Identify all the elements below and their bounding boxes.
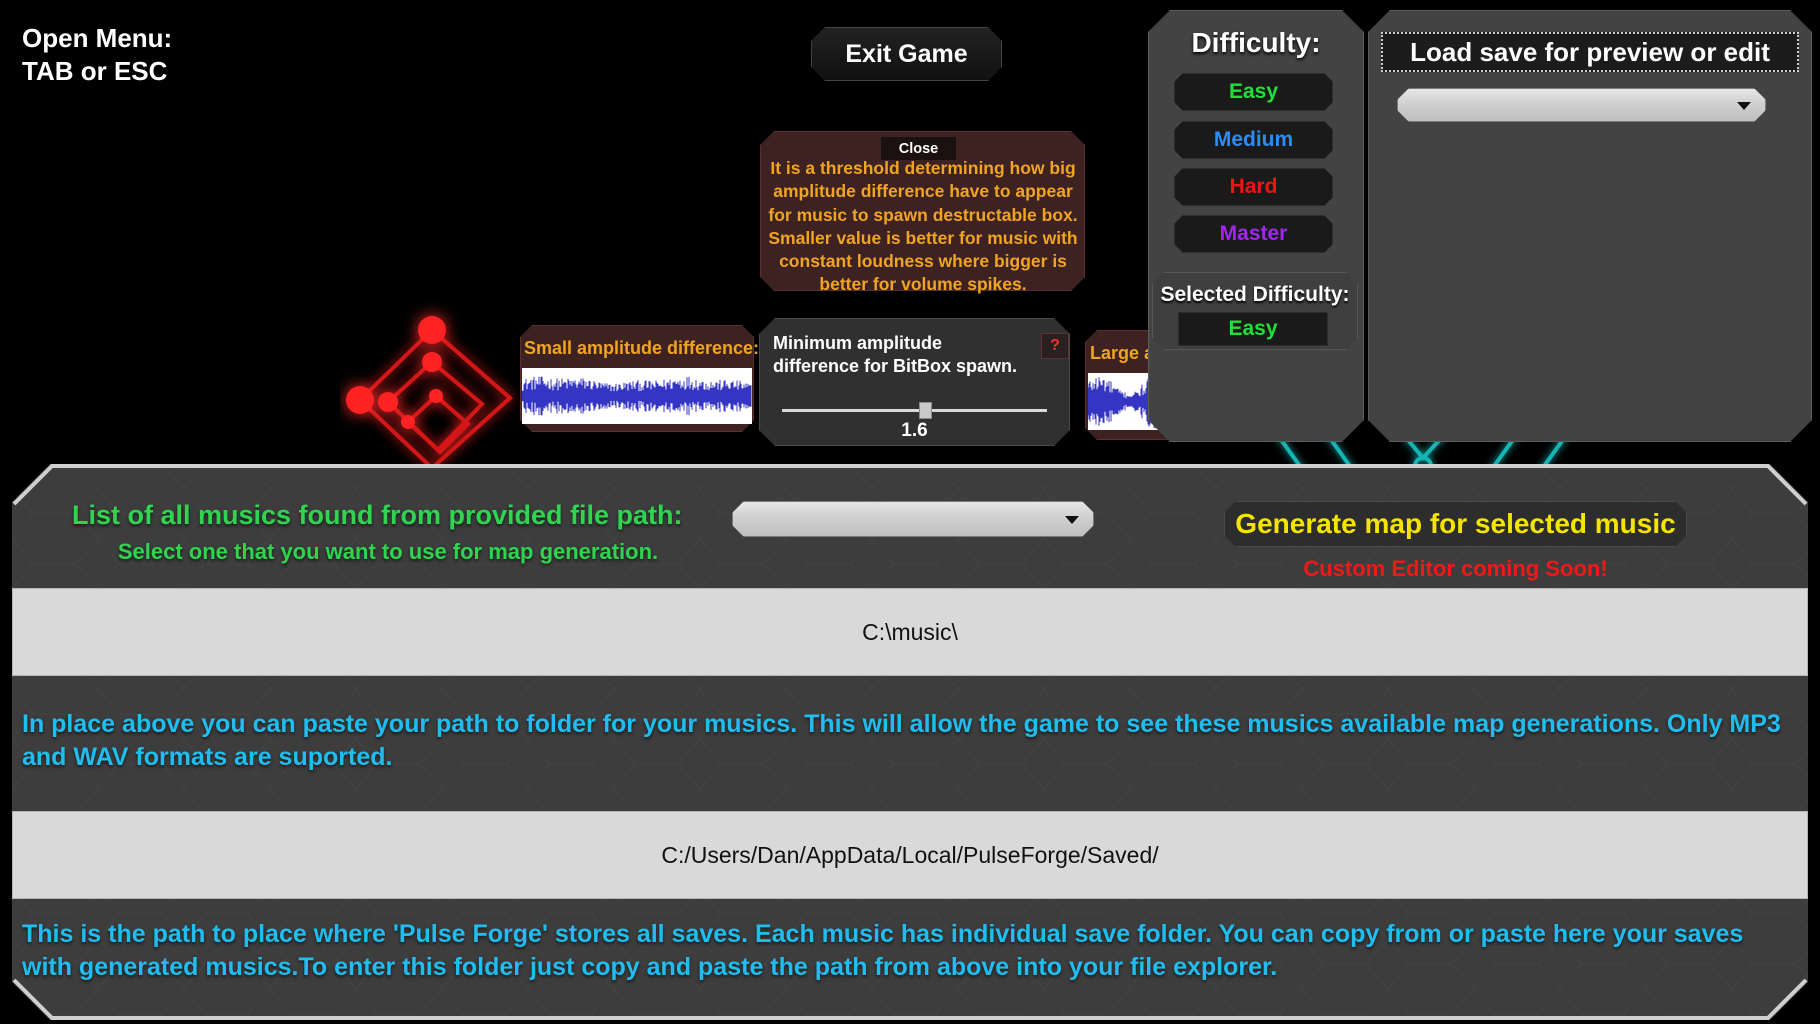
open-menu-hint-line2: TAB or ESC	[22, 56, 168, 87]
amplitude-slider-value: 1.6	[901, 420, 928, 441]
difficulty-option-master-label: Master	[1219, 222, 1288, 245]
music-list-label: List of all musics found from provided f…	[72, 500, 683, 530]
save-path-value: C:/Users/Dan/AppData/Local/PulseForge/Sa…	[661, 841, 1159, 868]
load-save-title: Load save for preview or edit	[1410, 36, 1770, 67]
difficulty-option-medium-label: Medium	[1213, 128, 1294, 151]
exit-game-button[interactable]: Exit Game	[811, 27, 1002, 81]
selected-difficulty-value: Easy	[1178, 312, 1328, 346]
difficulty-option-hard[interactable]: Hard	[1174, 168, 1333, 206]
music-list-sublabel: Select one that you want to use for map …	[117, 539, 659, 564]
help-icon[interactable]: ?	[1041, 333, 1069, 359]
selected-difficulty-title: Selected Difficulty:	[1160, 283, 1350, 306]
selected-difficulty-value-label: Easy	[1228, 317, 1278, 340]
amplitude-slider-label: Minimum amplitude difference for BitBox …	[773, 333, 1018, 376]
tooltip-body: It is a threshold determining how big am…	[768, 158, 1078, 295]
difficulty-option-medium[interactable]: Medium	[1174, 121, 1333, 159]
music-path-field[interactable]: C:\music\	[12, 588, 1808, 676]
save-path-info: This is the path to place where 'Pulse F…	[22, 920, 1744, 981]
tooltip-close-button[interactable]: Close	[880, 136, 957, 161]
difficulty-title: Difficulty:	[1191, 27, 1321, 58]
tooltip-close-label: Close	[898, 140, 939, 157]
app-root: Open Menu: TAB or ESC Exit Game It is a …	[0, 0, 1820, 1024]
difficulty-option-master[interactable]: Master	[1174, 215, 1333, 253]
generate-map-label: Generate map for selected music	[1235, 508, 1676, 539]
save-path-field[interactable]: C:/Users/Dan/AppData/Local/PulseForge/Sa…	[12, 811, 1808, 899]
chevron-down-icon	[1065, 516, 1079, 524]
custom-editor-note: Custom Editor coming Soon!	[1303, 556, 1608, 581]
help-glyph: ?	[1050, 337, 1060, 354]
difficulty-option-easy[interactable]: Easy	[1174, 73, 1333, 111]
exit-game-label: Exit Game	[845, 39, 968, 68]
music-path-info: In place above you can paste your path t…	[22, 710, 1781, 771]
open-menu-hint: Open Menu: TAB or ESC	[22, 22, 172, 89]
load-save-panel	[1368, 10, 1812, 442]
generate-map-button[interactable]: Generate map for selected music	[1224, 501, 1687, 547]
small-amplitude-waveform	[522, 368, 752, 424]
small-amplitude-title: Small amplitude difference:	[524, 338, 760, 358]
open-menu-hint-line1: Open Menu:	[22, 23, 173, 53]
amplitude-slider-thumb[interactable]	[919, 402, 933, 419]
difficulty-option-easy-label: Easy	[1228, 80, 1279, 103]
music-select[interactable]	[732, 501, 1094, 537]
chevron-down-icon	[1737, 102, 1751, 110]
music-path-value: C:\music\	[862, 618, 958, 645]
amplitude-slider-track[interactable]	[782, 409, 1047, 412]
difficulty-option-hard-label: Hard	[1229, 175, 1278, 198]
load-save-title-box: Load save for preview or edit	[1381, 32, 1799, 72]
load-save-select[interactable]	[1397, 88, 1766, 122]
